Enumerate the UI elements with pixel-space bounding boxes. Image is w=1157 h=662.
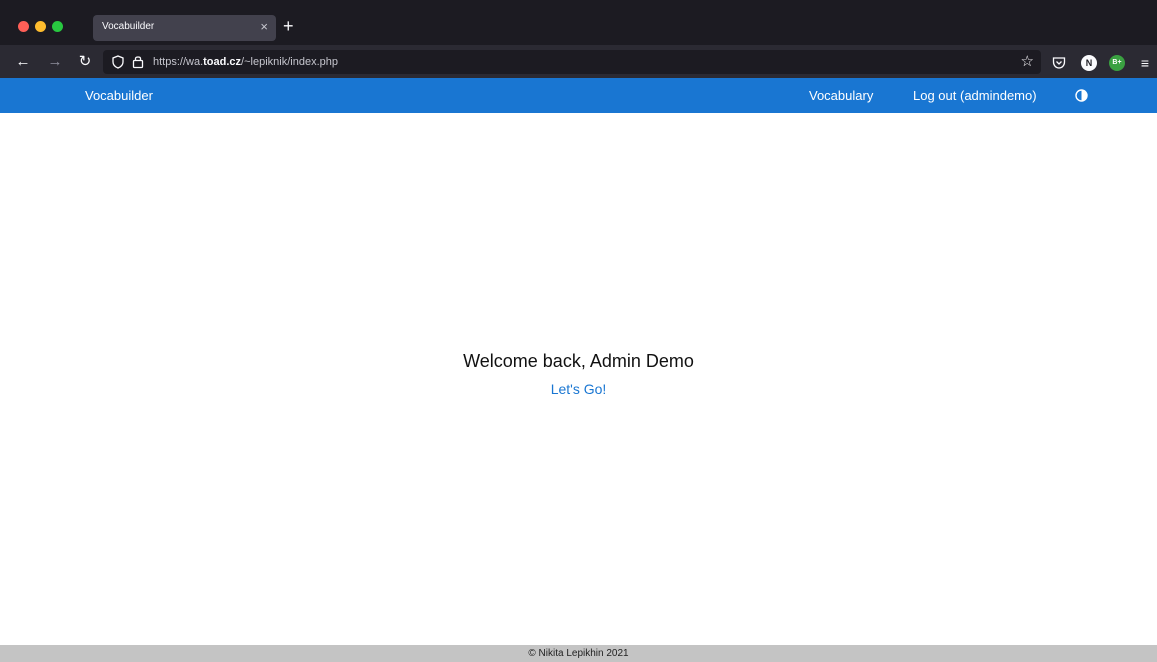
nav-link-logout[interactable]: Log out (admindemo) (913, 88, 1037, 103)
arrow-right-icon[interactable]: → (45, 52, 65, 72)
window-close-button[interactable] (18, 21, 29, 32)
new-tab-button[interactable]: + (283, 16, 294, 36)
lets-go-link[interactable]: Let's Go! (0, 381, 1157, 397)
nav-link-vocabulary[interactable]: Vocabulary (809, 88, 873, 103)
site-header: Vocabuilder Vocabulary Log out (admindem… (0, 78, 1157, 113)
pocket-icon[interactable] (1051, 55, 1067, 71)
tab-title: Vocabuilder (102, 21, 155, 32)
browser-tab[interactable]: Vocabuilder × (93, 15, 276, 41)
window-maximize-button[interactable] (52, 21, 63, 32)
browser-tab-bar: Vocabuilder × + (0, 0, 1157, 45)
tab-close-icon[interactable]: × (260, 19, 268, 35)
contrast-toggle-icon[interactable] (1075, 89, 1088, 102)
welcome-heading: Welcome back, Admin Demo (463, 351, 694, 371)
lock-icon[interactable] (131, 54, 145, 69)
window-minimize-button[interactable] (35, 21, 46, 32)
url-bar[interactable]: https://wa.toad.cz/~lepiknik/index.php ☆ (103, 50, 1041, 74)
brand-title[interactable]: Vocabuilder (85, 88, 153, 103)
copyright-text: © Nikita Lepikhin 2021 (528, 648, 629, 659)
star-icon[interactable]: ☆ (1021, 53, 1034, 70)
hamburger-menu-icon[interactable]: ≡ (1137, 55, 1153, 71)
extension-n-icon[interactable]: N (1081, 55, 1097, 71)
extension-b-icon[interactable]: B+ (1109, 55, 1125, 71)
arrow-left-icon[interactable]: ← (13, 52, 33, 72)
shield-icon[interactable] (111, 55, 125, 69)
site-footer: © Nikita Lepikhin 2021 (0, 645, 1157, 662)
reload-icon[interactable]: ↻ (75, 52, 95, 72)
main-content: Welcome back, Admin Demo Let's Go! (0, 113, 1157, 645)
url-text[interactable]: https://wa.toad.cz/~lepiknik/index.php (153, 56, 338, 68)
